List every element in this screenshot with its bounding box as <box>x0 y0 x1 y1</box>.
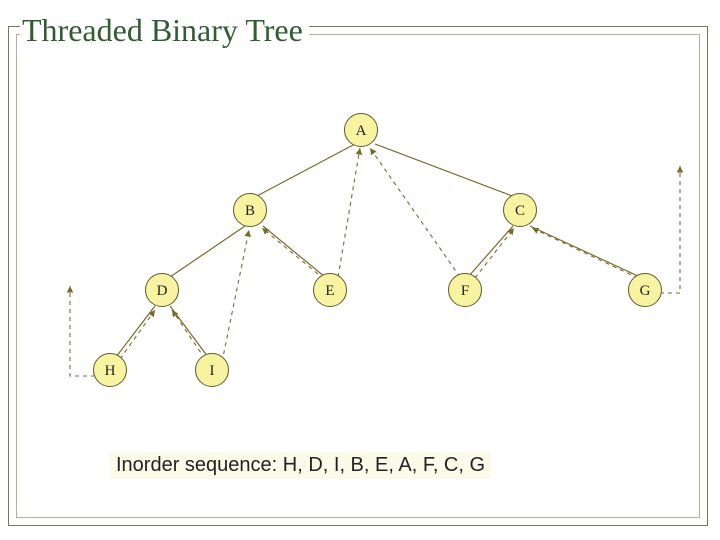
tree-node-I: I <box>195 353 229 387</box>
tree-node-G: G <box>628 273 662 307</box>
tree-diagram: A B C D E F G H I <box>30 96 690 396</box>
tree-node-A: A <box>344 113 378 147</box>
tree-node-H: H <box>93 353 127 387</box>
inorder-caption: Inorder sequence: H, D, I, B, E, A, F, C… <box>110 452 491 479</box>
tree-node-D: D <box>145 273 179 307</box>
tree-node-B: B <box>233 193 267 227</box>
slide-title: Threaded Binary Tree <box>20 12 309 49</box>
tree-node-F: F <box>448 273 482 307</box>
tree-node-C: C <box>503 193 537 227</box>
tree-node-E: E <box>313 273 347 307</box>
